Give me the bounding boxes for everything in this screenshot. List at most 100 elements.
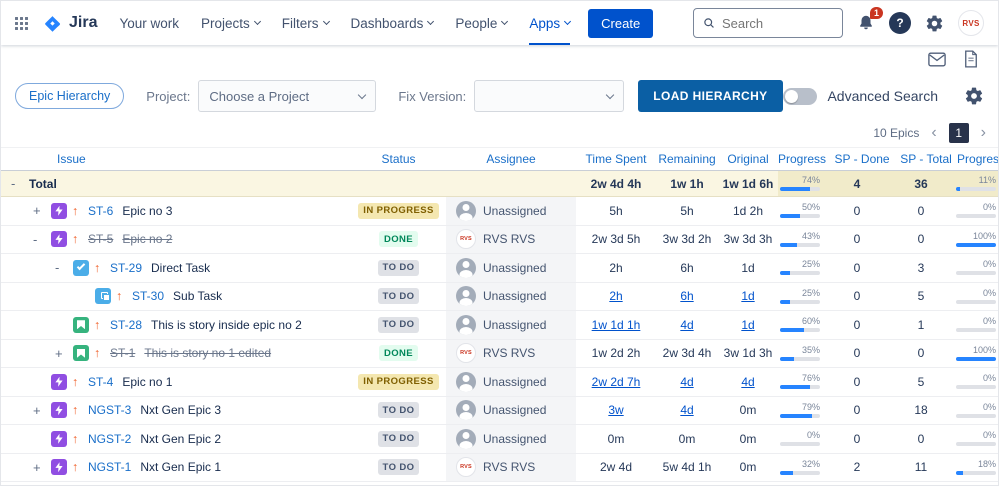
issue-key-link[interactable]: ST-30 xyxy=(132,289,164,303)
issue-key-link[interactable]: ST-5 xyxy=(88,232,113,246)
progress-bar-fill xyxy=(956,243,996,247)
issue-row[interactable]: ↑NGST-2Nxt Gen Epic 2TO DOUnassigned0m0m… xyxy=(1,425,998,454)
load-hierarchy-button[interactable]: LOAD HIERARCHY xyxy=(638,80,782,112)
global-search[interactable] xyxy=(693,8,843,38)
nav-filters[interactable]: Filters xyxy=(282,1,329,45)
notifications-button[interactable]: 1 xyxy=(857,14,875,32)
sp-total-cell: 36 xyxy=(890,171,952,196)
expand-icon[interactable]: + xyxy=(33,403,51,418)
time-progress-cell: 32% xyxy=(778,454,824,482)
settings-icon[interactable] xyxy=(925,14,944,33)
time-spent-value[interactable]: 2w 2d 7h xyxy=(592,375,641,389)
issue-row[interactable]: ↑ST-30Sub TaskTO DOUnassigned2h6h1d25%05… xyxy=(1,283,998,312)
assignee-name: Unassigned xyxy=(483,261,546,275)
help-button[interactable]: ? xyxy=(889,12,911,34)
issue-key-link[interactable]: NGST-3 xyxy=(88,403,131,417)
time-remaining-value[interactable]: 6h xyxy=(680,289,693,303)
progress-percent: 0% xyxy=(983,260,996,269)
issue-key-link[interactable]: NGST-2 xyxy=(88,432,131,446)
total-row[interactable]: -Total2w 4d 4h1w 1h1w 1d 6h74%43611% xyxy=(1,171,998,197)
time-spent-value[interactable]: 3w xyxy=(608,403,623,417)
progress-percent: 25% xyxy=(802,260,820,269)
time-spent-value[interactable]: 1w 1d 1h xyxy=(592,318,641,332)
collapse-icon[interactable]: - xyxy=(55,260,73,275)
issue-key-link[interactable]: ST-28 xyxy=(110,318,142,332)
issue-row[interactable]: +↑ST-6Epic no 3IN PROGRESSUnassigned5h5h… xyxy=(1,197,998,226)
time-remaining-value[interactable]: 4d xyxy=(680,375,693,389)
jira-logo[interactable]: Jira xyxy=(42,13,97,34)
status-cell: TO DO xyxy=(351,254,446,282)
issue-row[interactable]: -↑ST-29Direct TaskTO DOUnassigned2h6h1d2… xyxy=(1,254,998,283)
sp-progress-cell: 18% xyxy=(952,454,999,482)
top-navigation: Jira Your work Projects Filters Dashboar… xyxy=(1,1,998,45)
progress-bar-fill xyxy=(780,271,790,275)
expand-icon[interactable]: + xyxy=(33,460,51,475)
mail-icon[interactable] xyxy=(928,52,946,67)
issue-key-link[interactable]: ST-29 xyxy=(110,261,142,275)
app-switcher-icon[interactable] xyxy=(15,17,28,30)
collapse-icon[interactable]: - xyxy=(11,176,29,191)
status-badge: TO DO xyxy=(378,260,420,276)
progress-bar xyxy=(780,300,820,304)
time-original-cell: 1d xyxy=(718,311,778,339)
sp-total-cell: 18 xyxy=(890,397,952,425)
status-badge: DONE xyxy=(379,231,418,247)
fix-version-select[interactable] xyxy=(474,80,624,112)
advanced-search-toggle[interactable] xyxy=(783,88,817,105)
nav-apps[interactable]: Apps xyxy=(529,1,570,45)
gear-icon xyxy=(925,14,944,33)
time-remaining-value[interactable]: 4d xyxy=(680,318,693,332)
time-original-value[interactable]: 1d xyxy=(741,289,754,303)
issue-key-link[interactable]: ST-4 xyxy=(88,375,113,389)
prev-page-button[interactable]: ‹ xyxy=(931,125,936,141)
time-original-value[interactable]: 1d xyxy=(741,318,754,332)
issue-row[interactable]: +↑NGST-1Nxt Gen Epic 1TO DORVSRVS RVS2w … xyxy=(1,454,998,483)
issue-row[interactable]: ↑ST-4Epic no 1IN PROGRESSUnassigned2w 2d… xyxy=(1,368,998,397)
progress-percent: 0% xyxy=(983,431,996,440)
indent-spacer xyxy=(11,239,33,240)
issue-row[interactable]: -↑ST-5Epic no 2DONERVSRVS RVS2w 3d 5h3w … xyxy=(1,226,998,255)
jira-logo-icon xyxy=(42,13,63,34)
time-original-value[interactable]: 4d xyxy=(741,375,754,389)
progress-percent: 0% xyxy=(983,289,996,298)
epic-hierarchy-button[interactable]: Epic Hierarchy xyxy=(15,83,124,109)
expand-icon[interactable]: + xyxy=(33,203,51,218)
story-issue-type-icon xyxy=(73,317,89,333)
sp-total-value: 0 xyxy=(918,232,925,246)
collapse-icon[interactable]: - xyxy=(33,232,51,247)
search-input[interactable] xyxy=(722,16,833,31)
issue-key-link[interactable]: ST-6 xyxy=(88,204,113,218)
current-page[interactable]: 1 xyxy=(949,123,969,143)
issue-key-link[interactable]: NGST-1 xyxy=(88,460,131,474)
epic-issue-type-icon xyxy=(51,231,67,247)
gear-icon xyxy=(964,86,984,106)
issue-cell: +↑ST-6Epic no 3 xyxy=(1,197,351,225)
profile-avatar[interactable]: RVS xyxy=(958,10,984,36)
time-remaining-value[interactable]: 4d xyxy=(680,403,693,417)
time-remaining-cell: 6h xyxy=(656,254,718,282)
nav-people[interactable]: People xyxy=(455,1,507,45)
issue-row[interactable]: +↑ST-1This is story no 1 editedDONERVSRV… xyxy=(1,340,998,369)
time-remaining-value: 0m xyxy=(679,432,696,446)
story-issue-type-icon xyxy=(73,345,89,361)
nav-projects[interactable]: Projects xyxy=(201,1,260,45)
status-cell: TO DO xyxy=(351,454,446,482)
create-button[interactable]: Create xyxy=(588,9,653,38)
progress-bar-fill xyxy=(956,471,963,475)
issue-row[interactable]: +↑NGST-3Nxt Gen Epic 3TO DOUnassigned3w4… xyxy=(1,397,998,426)
time-spent-value[interactable]: 2h xyxy=(609,289,622,303)
subtask-issue-type-icon xyxy=(95,288,111,304)
nav-dashboards[interactable]: Dashboards xyxy=(351,1,434,45)
issue-key-link[interactable]: ST-1 xyxy=(110,346,135,360)
next-page-button[interactable]: › xyxy=(981,125,986,141)
page-icon[interactable] xyxy=(964,50,978,68)
project-select[interactable]: Choose a Project xyxy=(198,80,376,112)
sp-total-cell: 5 xyxy=(890,368,952,396)
plugin-settings-icon[interactable] xyxy=(964,86,984,106)
unassigned-avatar-icon xyxy=(456,400,476,420)
sp-done-cell: 0 xyxy=(824,397,890,425)
issue-row[interactable]: ↑ST-28This is story inside epic no 2TO D… xyxy=(1,311,998,340)
expand-icon[interactable]: + xyxy=(55,346,73,361)
time-remaining-cell: 5w 4d 1h xyxy=(656,454,718,482)
nav-your-work[interactable]: Your work xyxy=(119,1,179,45)
